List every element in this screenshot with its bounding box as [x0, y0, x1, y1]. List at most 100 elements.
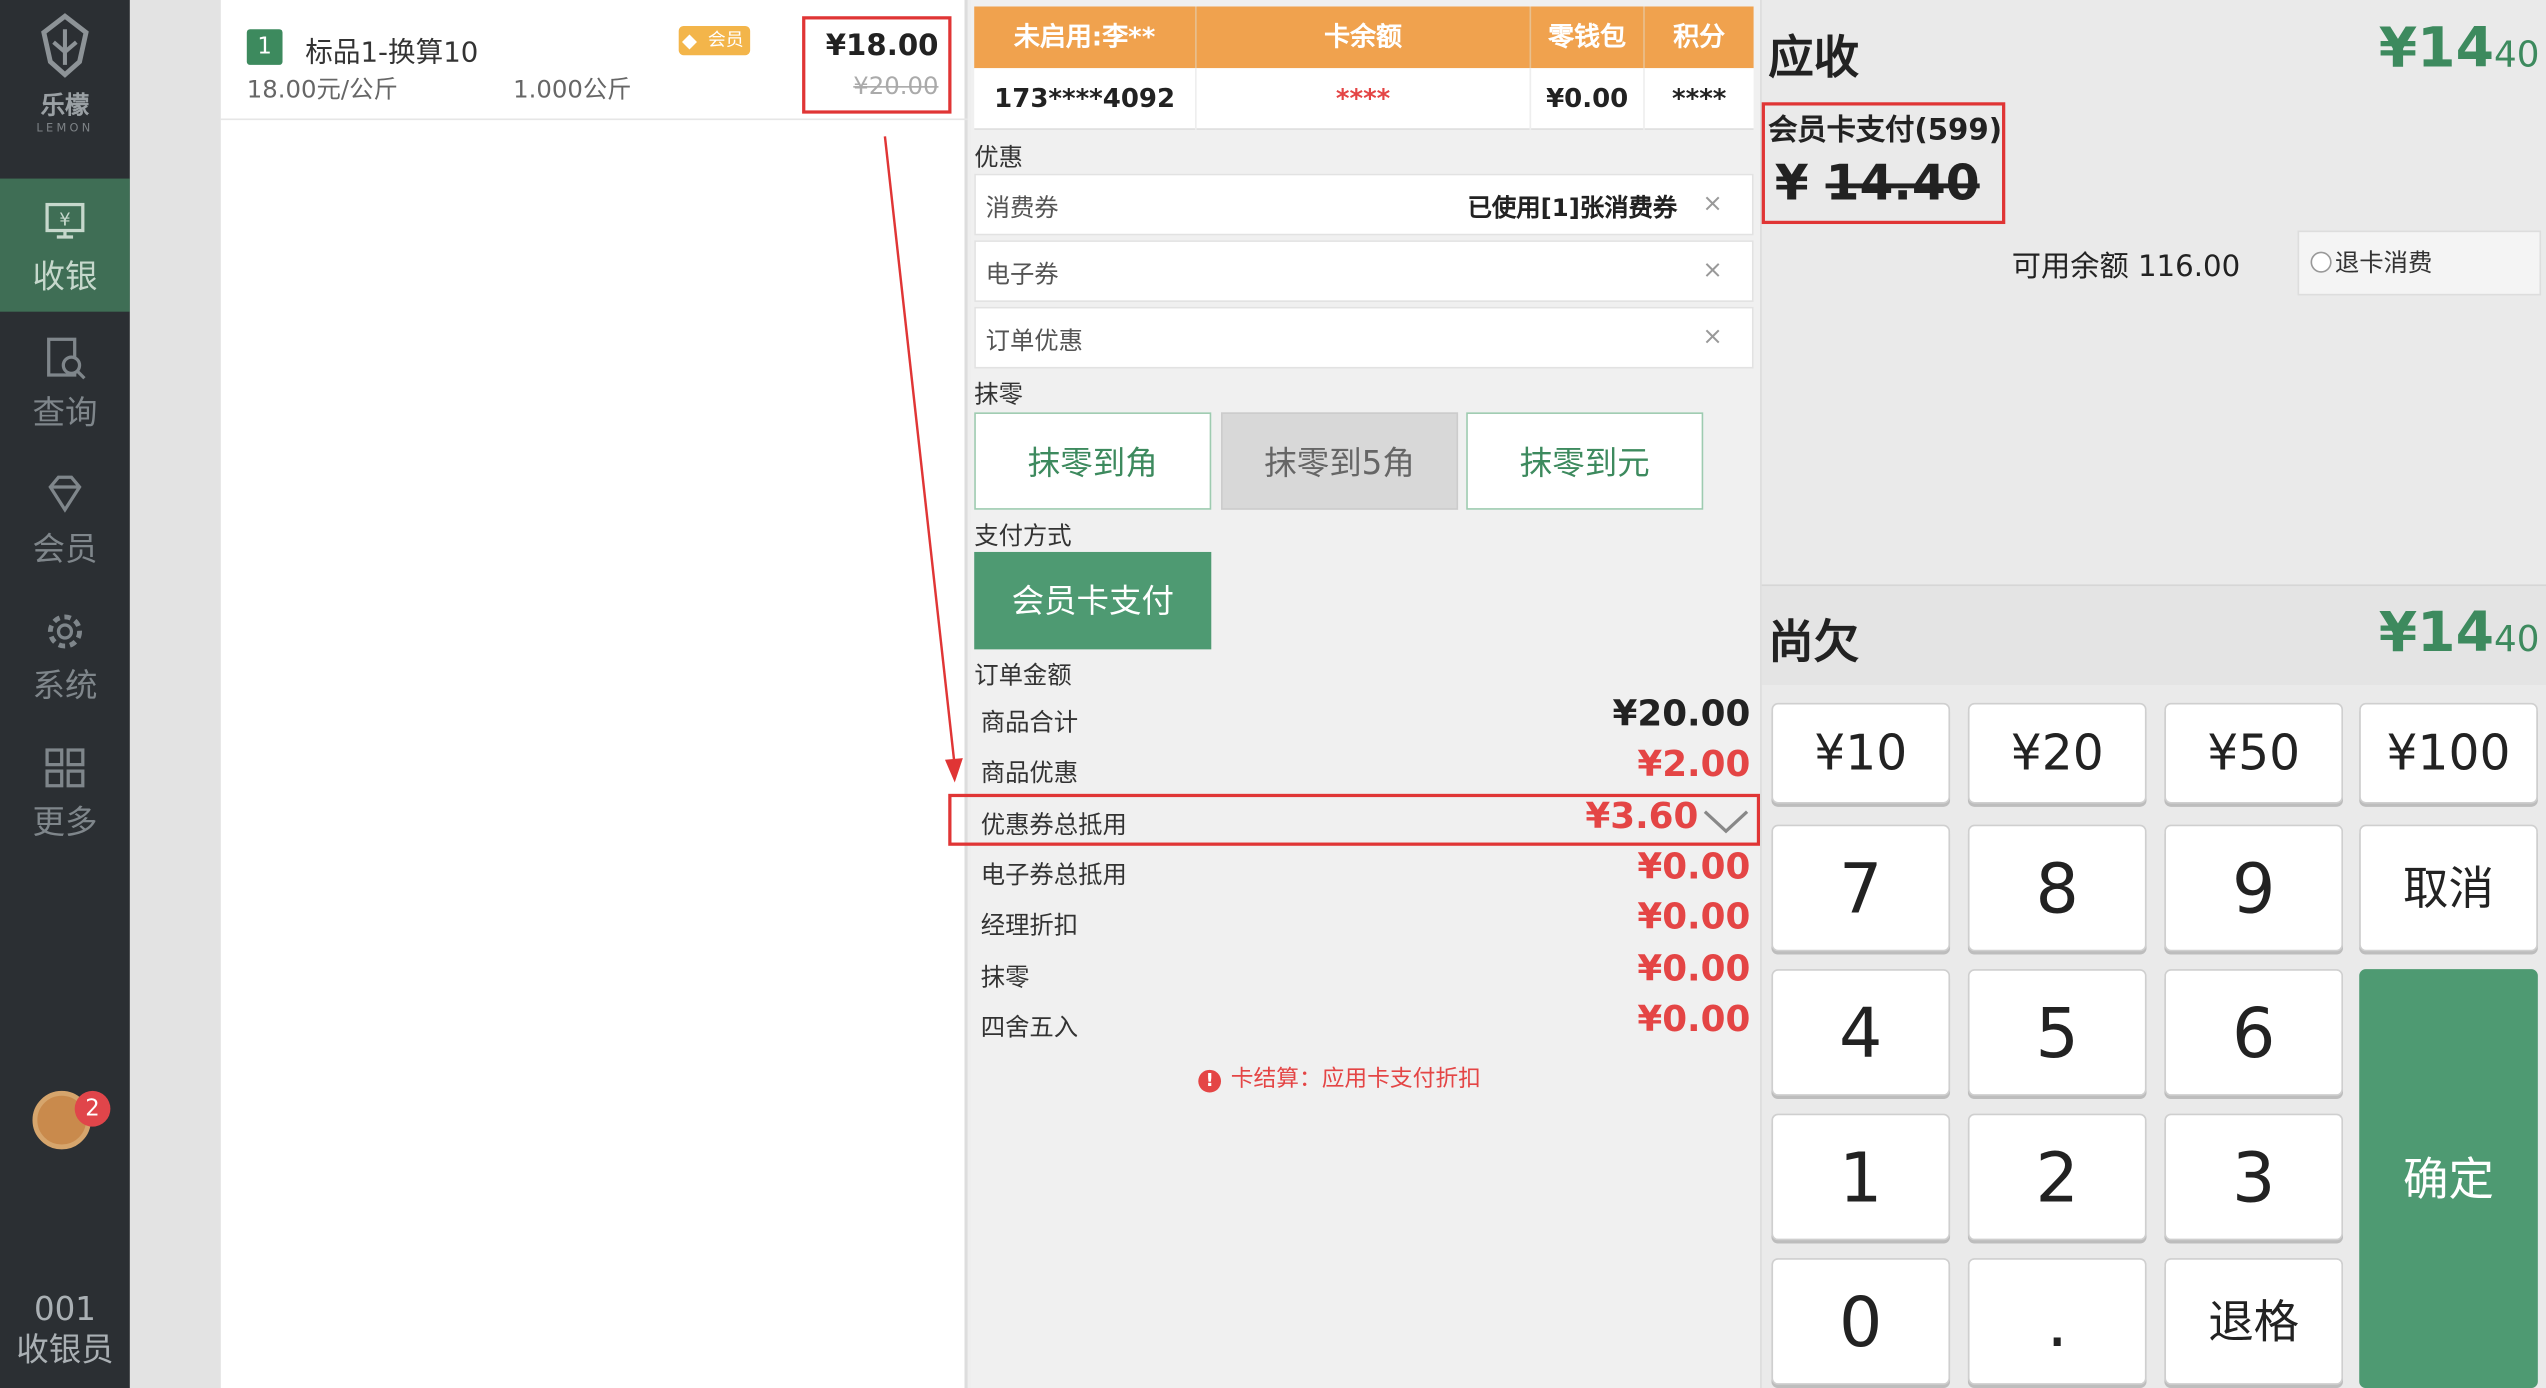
discount-section-title: 优惠: [974, 142, 1023, 173]
order-row-round-half: 四舍五入 ¥0.00: [974, 1000, 1753, 1049]
voucher-label: 消费券: [985, 193, 1059, 223]
round-to-jiao-button[interactable]: 抹零到角: [974, 412, 1212, 510]
nav-query[interactable]: 查询: [0, 315, 130, 448]
member-header-points: 积分: [1643, 6, 1753, 69]
member-card-balance: ****: [1195, 68, 1529, 130]
owed-amount: ¥1440: [2379, 601, 2540, 666]
receivable-label: 应收: [1768, 30, 1860, 85]
order-row-label: 优惠券总抵用: [980, 810, 1127, 840]
cash-register-icon: ¥: [45, 202, 85, 239]
owed-label: 尚欠: [1768, 615, 1860, 669]
order-discount-label: 订单优惠: [985, 326, 1084, 356]
owed-decimal: 40: [2494, 620, 2540, 661]
receivable-main: ¥14: [2378, 16, 2495, 82]
product-list: 1 标品1-换算10 会员 ◆ 18.00元/公斤 1.000公斤 ¥18.00…: [220, 0, 968, 1388]
voucher-value: 已使用[1]张消费券: [1467, 193, 1678, 223]
diamond-icon: [48, 475, 82, 513]
chevron-down-icon[interactable]: [1702, 807, 1751, 836]
nav-more-label: 更多: [32, 801, 98, 841]
order-discount-field[interactable]: 订单优惠 ×: [974, 306, 1754, 369]
operator-role: 收银员: [16, 1329, 114, 1369]
product-unit-price: 18.00元/公斤: [246, 74, 398, 104]
key-6[interactable]: 6: [2164, 969, 2343, 1096]
card-pay-label: 会员卡支付(599): [1768, 113, 2003, 148]
backspace-button[interactable]: 退格: [2164, 1258, 2343, 1385]
order-row-value: ¥0.00: [1637, 847, 1751, 888]
notification-badge: 2: [74, 1090, 111, 1127]
order-discount-clear-icon[interactable]: ×: [1702, 321, 1722, 350]
order-row-rounding: 抹零 ¥0.00: [974, 950, 1753, 999]
order-row-label: 经理折扣: [980, 910, 1079, 940]
nav-system[interactable]: 系统: [0, 588, 130, 721]
payment-detail-panel: 未启用:李** 卡余额 零钱包 积分 173****4092 **** ¥0.0…: [948, 0, 1761, 1388]
quick-amount-50-button[interactable]: ¥50: [2164, 702, 2343, 804]
order-row-label: 抹零: [980, 962, 1030, 992]
available-balance: 可用余额 116.00: [2011, 250, 2241, 285]
product-row[interactable]: 1 标品1-换算10 会员 ◆ 18.00元/公斤 1.000公斤 ¥18.00…: [220, 10, 968, 121]
nav-cashier[interactable]: ¥ 收银: [0, 178, 130, 312]
checkout-panel: 应收 ¥1440 会员卡支付(599) ¥ 14.40 可用余额 116.00 …: [1760, 0, 2546, 1388]
order-row-voucher-total[interactable]: 优惠券总抵用 ¥3.60: [948, 793, 1761, 846]
order-row-value: ¥0.00: [1637, 1000, 1751, 1041]
key-1[interactable]: 1: [1771, 1113, 1951, 1241]
key-7[interactable]: 7: [1771, 824, 1951, 952]
voucher-clear-icon[interactable]: ×: [1702, 188, 1722, 217]
order-row-product-discount: 商品优惠 ¥2.00: [974, 745, 1753, 794]
logo-subtext: LEMON: [36, 121, 94, 135]
round-to-yuan-button[interactable]: 抹零到元: [1466, 412, 1704, 510]
product-quantity: 1.000公斤: [513, 74, 632, 104]
member-header-name: 未启用:李**: [1013, 21, 1156, 52]
key-4[interactable]: 4: [1771, 969, 1951, 1096]
card-pay-currency: ¥: [1774, 155, 1809, 213]
notice-text: 卡结算：应用卡支付折扣: [1230, 1066, 1481, 1093]
key-0[interactable]: 0: [1771, 1258, 1951, 1385]
gear-icon: [47, 614, 82, 649]
card-pay-value: 14.40: [1825, 155, 1980, 213]
key-9[interactable]: 9: [2164, 824, 2343, 952]
member-points: ****: [1643, 68, 1753, 130]
logo-text: 乐檬: [40, 90, 90, 121]
member-phone: 173****4092: [994, 82, 1176, 114]
nav-more[interactable]: 更多: [0, 724, 130, 857]
member-header-wallet: 零钱包: [1529, 6, 1644, 69]
order-row-value: ¥3.60: [1585, 797, 1699, 838]
refund-radio[interactable]: [2310, 251, 2332, 273]
confirm-button[interactable]: 确定: [2359, 969, 2538, 1388]
sidebar: 乐檬 LEMON ¥ 收银 查询 会员 系统 更多 2 001 收银员: [0, 0, 130, 1388]
quick-amount-100-button[interactable]: ¥100: [2359, 702, 2538, 804]
order-row-label: 商品合计: [980, 707, 1079, 738]
quick-amount-20-button[interactable]: ¥20: [1967, 702, 2147, 804]
refund-toggle[interactable]: 退卡消费: [2297, 230, 2542, 296]
alert-icon: !: [1198, 1069, 1222, 1093]
product-price: ¥18.00: [825, 29, 939, 64]
order-row-value: ¥20.00: [1612, 694, 1751, 736]
order-row-manager-discount: 经理折扣 ¥0.00: [974, 898, 1753, 947]
order-row-label: 电子券总抵用: [980, 860, 1127, 890]
key-3[interactable]: 3: [2164, 1113, 2343, 1241]
refund-label: 退卡消费: [2334, 248, 2433, 278]
key-5[interactable]: 5: [1967, 969, 2147, 1096]
nav-member[interactable]: 会员: [0, 451, 130, 584]
nav-cashier-label: 收银: [32, 256, 98, 296]
order-row-label: 商品优惠: [980, 758, 1079, 788]
voucher-field[interactable]: 消费券 已使用[1]张消费券 ×: [974, 173, 1754, 236]
key-8[interactable]: 8: [1967, 824, 2147, 952]
operator-id: 001: [33, 1288, 96, 1328]
nav-member-label: 会员: [32, 529, 98, 569]
ecoupon-field[interactable]: 电子券 ×: [974, 240, 1754, 302]
logo: 乐檬 LEMON: [29, 13, 100, 140]
key-dot[interactable]: .: [1967, 1258, 2147, 1385]
member-table-header: 未启用:李** 卡余额 零钱包 积分: [974, 6, 1754, 69]
nav-query-label: 查询: [32, 392, 98, 432]
quick-amount-10-button[interactable]: ¥10: [1771, 702, 1951, 804]
cancel-button[interactable]: 取消: [2359, 824, 2538, 952]
payment-section-title: 支付方式: [974, 521, 1072, 551]
rounding-section-title: 抹零: [974, 379, 1023, 410]
member-card-pay-button[interactable]: 会员卡支付: [974, 551, 1212, 650]
card-pay-amount: ¥ 14.40: [1775, 156, 1980, 213]
round-to-half-yuan-button[interactable]: 抹零到5角: [1221, 412, 1459, 510]
key-2[interactable]: 2: [1967, 1113, 2147, 1241]
receivable-decimal: 40: [2494, 35, 2540, 77]
ecoupon-clear-icon[interactable]: ×: [1702, 255, 1722, 284]
lemon-logo-icon: [41, 13, 89, 78]
